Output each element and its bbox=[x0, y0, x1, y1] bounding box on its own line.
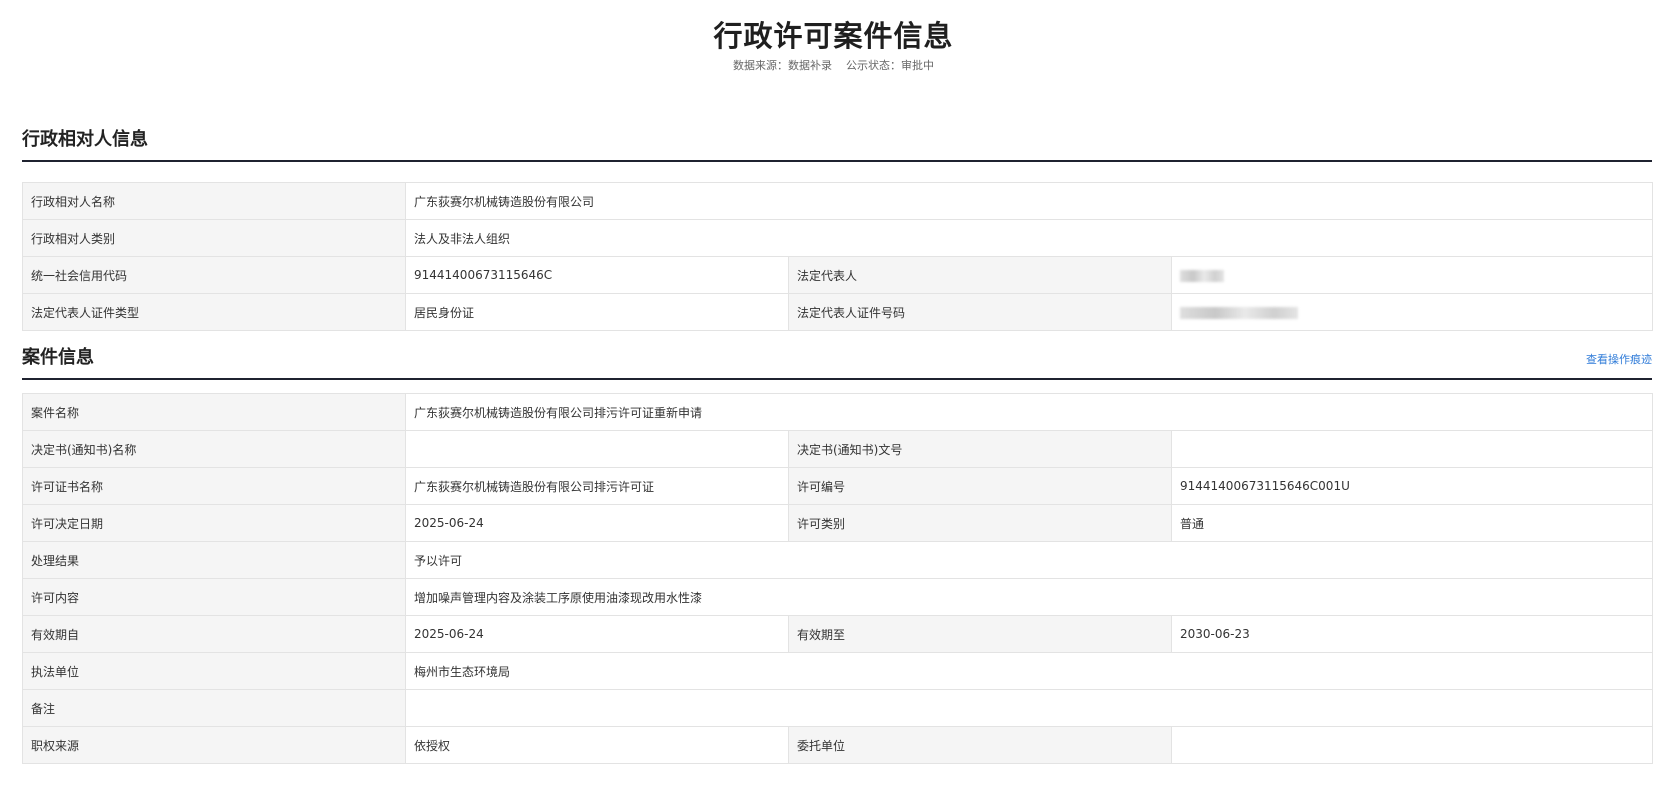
license-number-label: 许可编号 bbox=[788, 467, 1172, 505]
table-row: 案件名称 广东荻赛尔机械铸造股份有限公司排污许可证重新申请 bbox=[22, 393, 1653, 431]
valid-from-value: 2025-06-24 bbox=[405, 615, 789, 653]
decision-date-value: 2025-06-24 bbox=[405, 504, 789, 542]
party-name-value: 广东荻赛尔机械铸造股份有限公司 bbox=[405, 182, 1653, 220]
redacted-id-blur bbox=[1180, 306, 1298, 319]
license-category-label: 许可类别 bbox=[788, 504, 1172, 542]
authority-source-value: 依授权 bbox=[405, 726, 789, 764]
party-section-header: 行政相对人信息 bbox=[22, 124, 1652, 162]
enforcement-unit-label: 执法单位 bbox=[22, 652, 406, 690]
case-name-value: 广东荻赛尔机械铸造股份有限公司排污许可证重新申请 bbox=[405, 393, 1653, 431]
credit-code-value: 91441400673115646C bbox=[405, 256, 789, 294]
table-row: 法定代表人证件类型 居民身份证 法定代表人证件号码 bbox=[22, 293, 1653, 331]
table-row: 执法单位 梅州市生态环境局 bbox=[22, 652, 1653, 690]
decision-number-value bbox=[1171, 430, 1653, 468]
table-row: 行政相对人名称 广东荻赛尔机械铸造股份有限公司 bbox=[22, 182, 1653, 220]
page-meta: 数据来源：数据补录 公示状态：审批中 bbox=[0, 58, 1667, 74]
table-row: 决定书(通知书)名称 决定书(通知书)文号 bbox=[22, 430, 1653, 468]
result-label: 处理结果 bbox=[22, 541, 406, 579]
decision-date-label: 许可决定日期 bbox=[22, 504, 406, 542]
legal-rep-label: 法定代表人 bbox=[788, 256, 1172, 294]
table-row: 处理结果 予以许可 bbox=[22, 541, 1653, 579]
content-value: 增加噪声管理内容及涂装工序原使用油漆现改用水性漆 bbox=[405, 578, 1653, 616]
legal-rep-id-type-value: 居民身份证 bbox=[405, 293, 789, 331]
case-name-label: 案件名称 bbox=[22, 393, 406, 431]
credit-code-label: 统一社会信用代码 bbox=[22, 256, 406, 294]
table-row: 许可内容 增加噪声管理内容及涂装工序原使用油漆现改用水性漆 bbox=[22, 578, 1653, 616]
legal-rep-id-number-label: 法定代表人证件号码 bbox=[788, 293, 1172, 331]
party-type-label: 行政相对人类别 bbox=[22, 219, 406, 257]
table-row: 统一社会信用代码 91441400673115646C 法定代表人 bbox=[22, 256, 1653, 294]
entrusted-unit-value bbox=[1171, 726, 1653, 764]
case-section-title: 案件信息 bbox=[22, 347, 94, 368]
redacted-name-blur bbox=[1180, 269, 1224, 282]
decision-name-value bbox=[405, 430, 789, 468]
result-value: 予以许可 bbox=[405, 541, 1653, 579]
table-row: 备注 bbox=[22, 689, 1653, 727]
remarks-value bbox=[405, 689, 1653, 727]
case-section-header: 案件信息 查看操作痕迹 bbox=[22, 342, 1652, 380]
publicity-status-text: 公示状态：审批中 bbox=[846, 59, 934, 72]
case-info-table: 案件名称 广东荻赛尔机械铸造股份有限公司排污许可证重新申请 决定书(通知书)名称… bbox=[22, 393, 1653, 764]
table-row: 有效期自 2025-06-24 有效期至 2030-06-23 bbox=[22, 615, 1653, 653]
legal-rep-value bbox=[1171, 256, 1653, 294]
decision-name-label: 决定书(通知书)名称 bbox=[22, 430, 406, 468]
valid-from-label: 有效期自 bbox=[22, 615, 406, 653]
legal-rep-id-type-label: 法定代表人证件类型 bbox=[22, 293, 406, 331]
table-row: 许可决定日期 2025-06-24 许可类别 普通 bbox=[22, 504, 1653, 542]
entrusted-unit-label: 委托单位 bbox=[788, 726, 1172, 764]
authority-source-label: 职权来源 bbox=[22, 726, 406, 764]
view-operation-trace-link[interactable]: 查看操作痕迹 bbox=[1586, 352, 1652, 368]
valid-to-value: 2030-06-23 bbox=[1171, 615, 1653, 653]
enforcement-unit-value: 梅州市生态环境局 bbox=[405, 652, 1653, 690]
party-name-label: 行政相对人名称 bbox=[22, 182, 406, 220]
content-label: 许可内容 bbox=[22, 578, 406, 616]
decision-number-label: 决定书(通知书)文号 bbox=[788, 430, 1172, 468]
table-row: 行政相对人类别 法人及非法人组织 bbox=[22, 219, 1653, 257]
valid-to-label: 有效期至 bbox=[788, 615, 1172, 653]
legal-rep-id-number-value bbox=[1171, 293, 1653, 331]
license-name-value: 广东荻赛尔机械铸造股份有限公司排污许可证 bbox=[405, 467, 789, 505]
remarks-label: 备注 bbox=[22, 689, 406, 727]
license-name-label: 许可证书名称 bbox=[22, 467, 406, 505]
license-category-value: 普通 bbox=[1171, 504, 1653, 542]
party-type-value: 法人及非法人组织 bbox=[405, 219, 1653, 257]
data-source-text: 数据来源：数据补录 bbox=[733, 59, 832, 72]
license-number-value: 91441400673115646C001U bbox=[1171, 467, 1653, 505]
table-row: 职权来源 依授权 委托单位 bbox=[22, 726, 1653, 764]
table-row: 许可证书名称 广东荻赛尔机械铸造股份有限公司排污许可证 许可编号 9144140… bbox=[22, 467, 1653, 505]
party-section-title: 行政相对人信息 bbox=[22, 129, 148, 150]
party-info-table: 行政相对人名称 广东荻赛尔机械铸造股份有限公司 行政相对人类别 法人及非法人组织… bbox=[22, 182, 1653, 331]
page-title: 行政许可案件信息 bbox=[713, 19, 954, 53]
